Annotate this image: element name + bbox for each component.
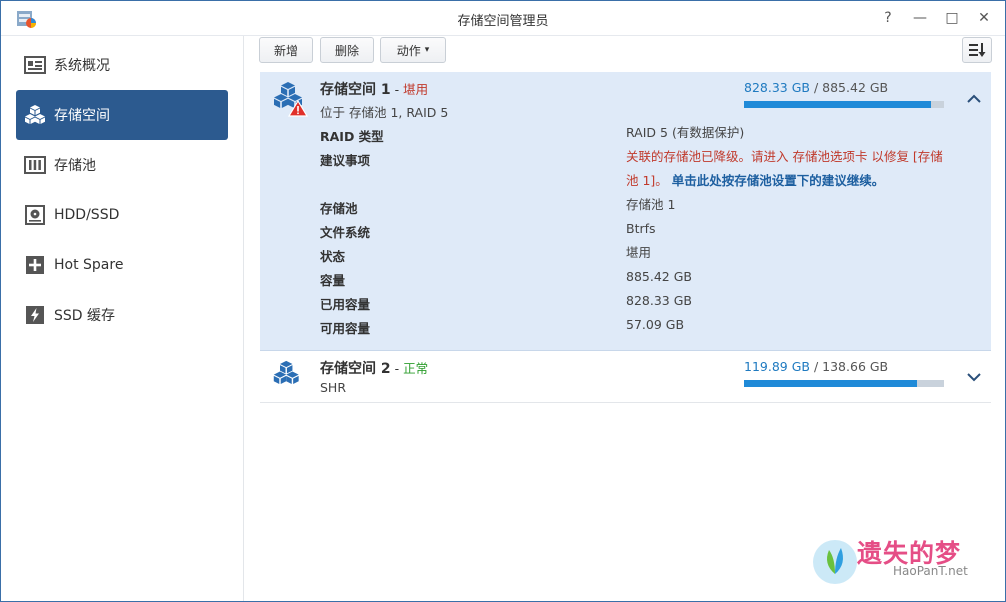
detail-label: 建议事项 bbox=[320, 153, 371, 168]
volume-status-separator: - bbox=[390, 82, 404, 97]
sidebar-item-label: Hot Spare bbox=[54, 257, 124, 273]
expand-chevron-down-icon[interactable] bbox=[964, 367, 984, 387]
detail-label: 已用容量 bbox=[320, 297, 371, 312]
volume-status: 正常 bbox=[403, 361, 429, 376]
detail-label: 文件系统 bbox=[320, 225, 371, 240]
window-controls: ? — □ ✕ bbox=[875, 7, 997, 29]
volume-usage-bar bbox=[744, 101, 944, 108]
volume-status-separator: - bbox=[390, 361, 404, 376]
volume-total: 138.66 GB bbox=[822, 359, 889, 374]
volume-location: 位于 存储池 1, RAID 5 bbox=[320, 105, 449, 120]
volume-item-2[interactable]: 存储空间 2 - 正常 SHR 119.89 GB / 138.66 GB bbox=[260, 351, 991, 403]
sidebar-item-label: HDD/SSD bbox=[54, 207, 120, 223]
storage-manager-window: 存储空间管理员 ? — □ ✕ 系统概况 存储空间 存储池 HDD/SSD Ho… bbox=[0, 0, 1006, 602]
detail-label: 可用容量 bbox=[320, 321, 371, 336]
detail-label: 容量 bbox=[320, 273, 346, 288]
volume-used: 119.89 GB bbox=[744, 359, 810, 374]
detail-label: RAID 类型 bbox=[320, 129, 384, 144]
volume-name: 存储空间 1 bbox=[320, 82, 391, 98]
watermark-subtext: HaoPanT.net bbox=[893, 564, 968, 578]
sidebar-item-label: SSD 缓存 bbox=[54, 308, 116, 324]
detail-value: RAID 5 (有数据保护) bbox=[626, 125, 745, 140]
sidebar-item-storage-pool[interactable]: 存储池 bbox=[16, 140, 228, 190]
detail-value-suggestion: 关联的存储池已降级。请进入 存储池选项卡 以修复 [存储池 1]。 单击此处按存… bbox=[626, 145, 946, 193]
sidebar-item-hdd-ssd[interactable]: HDD/SSD bbox=[16, 190, 228, 240]
detail-label: 状态 bbox=[320, 249, 346, 264]
ssd-cache-icon bbox=[24, 304, 46, 326]
volume-usage-fill bbox=[744, 380, 917, 387]
hot-spare-icon bbox=[24, 254, 46, 276]
help-button[interactable]: ? bbox=[875, 7, 901, 29]
sidebar: 系统概况 存储空间 存储池 HDD/SSD Hot Spare SSD 缓存 bbox=[1, 36, 244, 601]
overview-icon bbox=[24, 54, 46, 76]
volume-title: 存储空间 2 - 正常 bbox=[320, 358, 428, 378]
close-button[interactable]: ✕ bbox=[971, 7, 997, 29]
volume-total: 885.42 GB bbox=[822, 80, 889, 95]
detail-value: Btrfs bbox=[626, 221, 656, 236]
sidebar-item-label: 系统概况 bbox=[54, 58, 110, 74]
sidebar-item-overview[interactable]: 系统概况 bbox=[16, 40, 228, 90]
detail-value: 堪用 bbox=[626, 245, 652, 260]
detail-label: 存储池 bbox=[320, 201, 358, 216]
detail-value: 57.09 GB bbox=[626, 317, 685, 332]
volume-usage-fill bbox=[744, 101, 932, 108]
detail-value: 828.33 GB bbox=[626, 293, 692, 308]
volume-capacity: 828.33 GB / 885.42 GB bbox=[744, 80, 888, 95]
sidebar-item-volume[interactable]: 存储空间 bbox=[16, 90, 228, 140]
minimize-button[interactable]: — bbox=[907, 7, 933, 29]
volume-capacity: 119.89 GB / 138.66 GB bbox=[744, 359, 888, 374]
action-dropdown-button[interactable]: 动作 ▾ bbox=[380, 37, 446, 63]
volume-icon bbox=[273, 360, 299, 384]
watermark-logo-icon bbox=[813, 540, 857, 584]
watermark: 遗失的梦 HaoPanT.net bbox=[809, 534, 1003, 598]
sort-icon bbox=[969, 43, 986, 57]
detail-value: 存储池 1 bbox=[626, 197, 676, 212]
sidebar-item-label: 存储池 bbox=[54, 158, 96, 174]
action-label: 动作 bbox=[396, 43, 421, 58]
volume-status: 堪用 bbox=[403, 82, 429, 97]
delete-button[interactable]: 删除 bbox=[320, 37, 374, 63]
disk-icon bbox=[24, 204, 46, 226]
storage-pool-icon bbox=[24, 154, 46, 176]
volume-raid-type: SHR bbox=[320, 380, 347, 395]
window-title: 存储空间管理员 bbox=[457, 14, 549, 29]
maximize-button[interactable]: □ bbox=[939, 7, 965, 29]
volume-title: 存储空间 1 - 堪用 bbox=[320, 79, 428, 99]
detail-value: 885.42 GB bbox=[626, 269, 692, 284]
capacity-slash: / bbox=[809, 80, 823, 95]
capacity-slash: / bbox=[809, 359, 823, 374]
sidebar-item-label: 存储空间 bbox=[54, 108, 110, 124]
toolbar: 新增 删除 动作 ▾ bbox=[259, 36, 995, 66]
volume-item-1[interactable]: 存储空间 1 - 堪用 位于 存储池 1, RAID 5 828.33 GB /… bbox=[260, 72, 991, 351]
create-button[interactable]: 新增 bbox=[259, 37, 313, 63]
volume-icon bbox=[24, 104, 46, 126]
title-bar: 存储空间管理员 ? — □ ✕ bbox=[1, 1, 1005, 36]
volume-usage-bar bbox=[744, 380, 944, 387]
volume-used: 828.33 GB bbox=[744, 80, 810, 95]
caret-down-icon: ▾ bbox=[424, 45, 430, 55]
sidebar-item-ssd-cache[interactable]: SSD 缓存 bbox=[16, 290, 228, 340]
collapse-chevron-up-icon[interactable] bbox=[964, 89, 984, 109]
sidebar-item-hot-spare[interactable]: Hot Spare bbox=[16, 240, 228, 290]
suggestion-link[interactable]: 单击此处按存储池设置下的建议继续。 bbox=[672, 173, 885, 188]
volume-warning-icon bbox=[274, 82, 309, 117]
volume-name: 存储空间 2 bbox=[320, 361, 391, 377]
sort-button[interactable] bbox=[962, 37, 992, 63]
